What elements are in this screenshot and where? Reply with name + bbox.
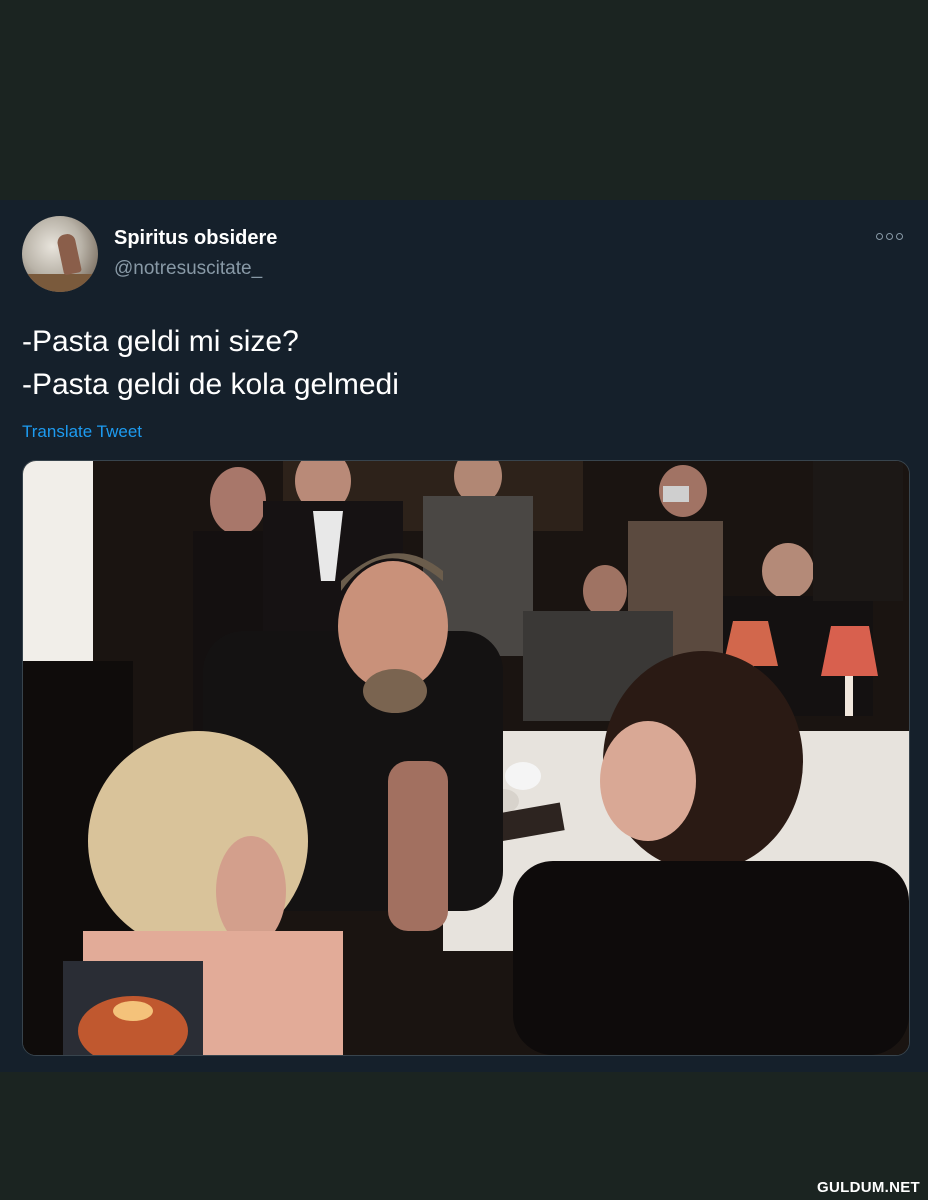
tweet-photo[interactable] [22,460,910,1056]
translate-tweet-link[interactable]: Translate Tweet [22,422,142,442]
avatar[interactable] [22,216,98,292]
tweet-line-2: -Pasta geldi de kola gelmedi [22,368,399,401]
more-options-icon[interactable] [872,228,906,244]
watermark: GULDUM.NET [817,1179,920,1196]
tweet-card: Spiritus obsidere @notresuscitate_ -Past… [0,200,928,1072]
tweet-text: -Pasta geldi mi size? -Pasta geldi de ko… [22,320,902,406]
tweet-line-1: -Pasta geldi mi size? [22,325,299,358]
display-name[interactable]: Spiritus obsidere [114,227,277,250]
user-handle[interactable]: @notresuscitate_ [114,258,262,280]
photo-illustration [23,461,909,1055]
